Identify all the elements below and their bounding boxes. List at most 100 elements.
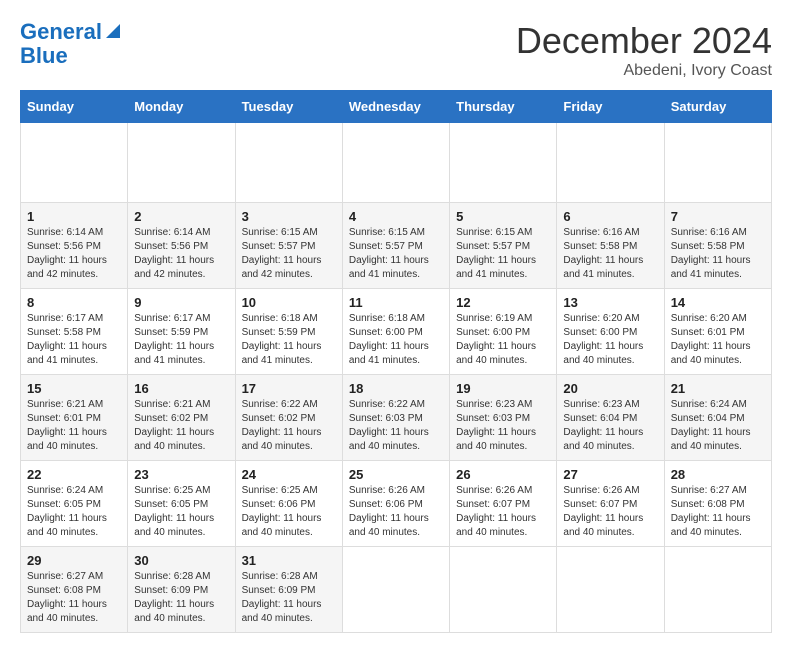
calendar-cell xyxy=(21,123,128,203)
calendar-cell xyxy=(557,547,664,633)
calendar-week-row: 22 Sunrise: 6:24 AM Sunset: 6:05 PM Dayl… xyxy=(21,461,772,547)
cell-info: Sunrise: 6:15 AM Sunset: 5:57 PM Dayligh… xyxy=(242,226,336,282)
cell-info: Sunrise: 6:17 AM Sunset: 5:58 PM Dayligh… xyxy=(27,312,121,368)
title-section: December 2024 Abedeni, Ivory Coast xyxy=(516,20,772,80)
calendar-cell xyxy=(557,123,664,203)
cell-info: Sunrise: 6:20 AM Sunset: 6:00 PM Dayligh… xyxy=(563,312,657,368)
day-number: 16 xyxy=(134,381,228,396)
day-number: 22 xyxy=(27,467,121,482)
calendar-cell: 9 Sunrise: 6:17 AM Sunset: 5:59 PM Dayli… xyxy=(128,289,235,375)
calendar-week-row xyxy=(21,123,772,203)
day-number: 27 xyxy=(563,467,657,482)
calendar-cell: 21 Sunrise: 6:24 AM Sunset: 6:04 PM Dayl… xyxy=(664,375,771,461)
calendar-cell: 1 Sunrise: 6:14 AM Sunset: 5:56 PM Dayli… xyxy=(21,203,128,289)
calendar-cell: 26 Sunrise: 6:26 AM Sunset: 6:07 PM Dayl… xyxy=(450,461,557,547)
col-sunday: Sunday xyxy=(21,91,128,123)
day-number: 8 xyxy=(27,295,121,310)
cell-info: Sunrise: 6:28 AM Sunset: 6:09 PM Dayligh… xyxy=(134,570,228,626)
calendar-table: Sunday Monday Tuesday Wednesday Thursday… xyxy=(20,90,772,633)
calendar-cell: 28 Sunrise: 6:27 AM Sunset: 6:08 PM Dayl… xyxy=(664,461,771,547)
cell-info: Sunrise: 6:25 AM Sunset: 6:05 PM Dayligh… xyxy=(134,484,228,540)
cell-info: Sunrise: 6:25 AM Sunset: 6:06 PM Dayligh… xyxy=(242,484,336,540)
day-number: 31 xyxy=(242,553,336,568)
day-number: 17 xyxy=(242,381,336,396)
calendar-cell: 11 Sunrise: 6:18 AM Sunset: 6:00 PM Dayl… xyxy=(342,289,449,375)
day-number: 4 xyxy=(349,209,443,224)
col-friday: Friday xyxy=(557,91,664,123)
cell-info: Sunrise: 6:15 AM Sunset: 5:57 PM Dayligh… xyxy=(456,226,550,282)
day-number: 19 xyxy=(456,381,550,396)
calendar-cell: 15 Sunrise: 6:21 AM Sunset: 6:01 PM Dayl… xyxy=(21,375,128,461)
calendar-cell xyxy=(664,123,771,203)
day-number: 21 xyxy=(671,381,765,396)
cell-info: Sunrise: 6:14 AM Sunset: 5:56 PM Dayligh… xyxy=(27,226,121,282)
calendar-cell: 17 Sunrise: 6:22 AM Sunset: 6:02 PM Dayl… xyxy=(235,375,342,461)
cell-info: Sunrise: 6:15 AM Sunset: 5:57 PM Dayligh… xyxy=(349,226,443,282)
day-number: 20 xyxy=(563,381,657,396)
day-number: 18 xyxy=(349,381,443,396)
calendar-cell: 18 Sunrise: 6:22 AM Sunset: 6:03 PM Dayl… xyxy=(342,375,449,461)
calendar-cell: 6 Sunrise: 6:16 AM Sunset: 5:58 PM Dayli… xyxy=(557,203,664,289)
cell-info: Sunrise: 6:16 AM Sunset: 5:58 PM Dayligh… xyxy=(563,226,657,282)
day-number: 23 xyxy=(134,467,228,482)
calendar-cell xyxy=(450,123,557,203)
cell-info: Sunrise: 6:18 AM Sunset: 6:00 PM Dayligh… xyxy=(349,312,443,368)
cell-info: Sunrise: 6:28 AM Sunset: 6:09 PM Dayligh… xyxy=(242,570,336,626)
day-number: 12 xyxy=(456,295,550,310)
calendar-cell: 16 Sunrise: 6:21 AM Sunset: 6:02 PM Dayl… xyxy=(128,375,235,461)
cell-info: Sunrise: 6:27 AM Sunset: 6:08 PM Dayligh… xyxy=(27,570,121,626)
calendar-week-row: 8 Sunrise: 6:17 AM Sunset: 5:58 PM Dayli… xyxy=(21,289,772,375)
calendar-cell: 25 Sunrise: 6:26 AM Sunset: 6:06 PM Dayl… xyxy=(342,461,449,547)
month-title: December 2024 xyxy=(516,20,772,62)
calendar-cell xyxy=(450,547,557,633)
cell-info: Sunrise: 6:17 AM Sunset: 5:59 PM Dayligh… xyxy=(134,312,228,368)
calendar-cell: 20 Sunrise: 6:23 AM Sunset: 6:04 PM Dayl… xyxy=(557,375,664,461)
calendar-cell: 22 Sunrise: 6:24 AM Sunset: 6:05 PM Dayl… xyxy=(21,461,128,547)
cell-info: Sunrise: 6:23 AM Sunset: 6:04 PM Dayligh… xyxy=(563,398,657,454)
day-number: 7 xyxy=(671,209,765,224)
calendar-cell: 13 Sunrise: 6:20 AM Sunset: 6:00 PM Dayl… xyxy=(557,289,664,375)
cell-info: Sunrise: 6:14 AM Sunset: 5:56 PM Dayligh… xyxy=(134,226,228,282)
col-monday: Monday xyxy=(128,91,235,123)
col-saturday: Saturday xyxy=(664,91,771,123)
col-tuesday: Tuesday xyxy=(235,91,342,123)
day-number: 3 xyxy=(242,209,336,224)
calendar-cell: 4 Sunrise: 6:15 AM Sunset: 5:57 PM Dayli… xyxy=(342,203,449,289)
day-number: 25 xyxy=(349,467,443,482)
cell-info: Sunrise: 6:23 AM Sunset: 6:03 PM Dayligh… xyxy=(456,398,550,454)
calendar-cell: 8 Sunrise: 6:17 AM Sunset: 5:58 PM Dayli… xyxy=(21,289,128,375)
calendar-header-row: Sunday Monday Tuesday Wednesday Thursday… xyxy=(21,91,772,123)
calendar-week-row: 15 Sunrise: 6:21 AM Sunset: 6:01 PM Dayl… xyxy=(21,375,772,461)
day-number: 6 xyxy=(563,209,657,224)
logo-text: General xyxy=(20,20,102,44)
col-thursday: Thursday xyxy=(450,91,557,123)
day-number: 29 xyxy=(27,553,121,568)
calendar-cell: 19 Sunrise: 6:23 AM Sunset: 6:03 PM Dayl… xyxy=(450,375,557,461)
calendar-cell: 5 Sunrise: 6:15 AM Sunset: 5:57 PM Dayli… xyxy=(450,203,557,289)
calendar-week-row: 29 Sunrise: 6:27 AM Sunset: 6:08 PM Dayl… xyxy=(21,547,772,633)
calendar-cell xyxy=(342,547,449,633)
calendar-cell: 2 Sunrise: 6:14 AM Sunset: 5:56 PM Dayli… xyxy=(128,203,235,289)
logo: General Blue xyxy=(20,20,122,68)
day-number: 14 xyxy=(671,295,765,310)
cell-info: Sunrise: 6:19 AM Sunset: 6:00 PM Dayligh… xyxy=(456,312,550,368)
day-number: 9 xyxy=(134,295,228,310)
cell-info: Sunrise: 6:26 AM Sunset: 6:07 PM Dayligh… xyxy=(563,484,657,540)
col-wednesday: Wednesday xyxy=(342,91,449,123)
day-number: 15 xyxy=(27,381,121,396)
calendar-cell: 12 Sunrise: 6:19 AM Sunset: 6:00 PM Dayl… xyxy=(450,289,557,375)
calendar-cell: 7 Sunrise: 6:16 AM Sunset: 5:58 PM Dayli… xyxy=(664,203,771,289)
location: Abedeni, Ivory Coast xyxy=(516,62,772,80)
calendar-cell: 29 Sunrise: 6:27 AM Sunset: 6:08 PM Dayl… xyxy=(21,547,128,633)
cell-info: Sunrise: 6:26 AM Sunset: 6:06 PM Dayligh… xyxy=(349,484,443,540)
cell-info: Sunrise: 6:22 AM Sunset: 6:03 PM Dayligh… xyxy=(349,398,443,454)
cell-info: Sunrise: 6:21 AM Sunset: 6:02 PM Dayligh… xyxy=(134,398,228,454)
calendar-cell: 24 Sunrise: 6:25 AM Sunset: 6:06 PM Dayl… xyxy=(235,461,342,547)
calendar-cell: 14 Sunrise: 6:20 AM Sunset: 6:01 PM Dayl… xyxy=(664,289,771,375)
day-number: 13 xyxy=(563,295,657,310)
logo-arrow-icon xyxy=(104,22,122,40)
cell-info: Sunrise: 6:27 AM Sunset: 6:08 PM Dayligh… xyxy=(671,484,765,540)
calendar-cell: 27 Sunrise: 6:26 AM Sunset: 6:07 PM Dayl… xyxy=(557,461,664,547)
calendar-cell xyxy=(342,123,449,203)
cell-info: Sunrise: 6:26 AM Sunset: 6:07 PM Dayligh… xyxy=(456,484,550,540)
